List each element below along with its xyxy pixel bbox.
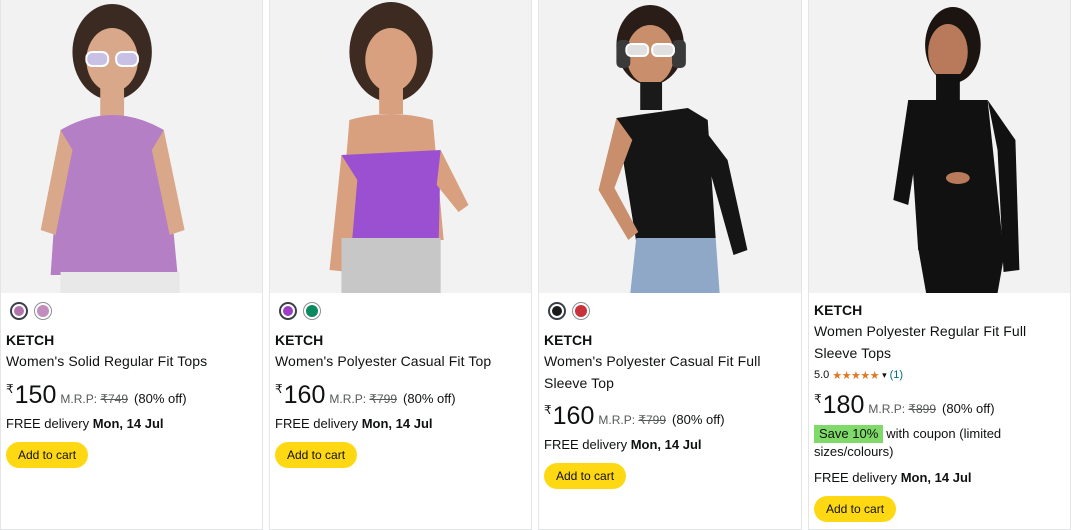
product-card: KETCH Women's Polyester Casual Fit Top ₹… (269, 0, 532, 530)
product-image[interactable] (270, 0, 531, 293)
color-swatch[interactable] (10, 302, 28, 320)
price-line: ₹ 150 M.R.P: ₹749 (80% off) (6, 381, 257, 411)
color-swatch[interactable] (572, 302, 590, 320)
mrp-value: ₹799 (369, 391, 398, 406)
delivery-info: FREE delivery Mon, 14 Jul (544, 437, 702, 452)
coupon-info: Save 10% with coupon (limited sizes/colou… (814, 425, 1065, 461)
mrp-value: ₹899 (908, 402, 937, 416)
coupon-badge: Save 10% (814, 425, 884, 443)
mrp-value: ₹749 (100, 391, 129, 406)
product-image[interactable] (1, 0, 262, 293)
add-to-cart-button[interactable]: Add to cart (544, 463, 627, 489)
product-title[interactable]: Women Polyester Regular Fit Full Sleeve T… (814, 321, 1065, 364)
rating-count[interactable]: (1) (890, 369, 903, 381)
product-title[interactable]: Women's Polyester Casual Fit Full Sleeve … (544, 351, 796, 394)
delivery-date: Mon, 14 Jul (361, 415, 433, 431)
mrp-label: M.R.P: ₹899 (868, 402, 937, 416)
discount: (80% off) (942, 401, 995, 416)
product-card: KETCH Women Polyester Regular Fit Full Sl… (808, 0, 1071, 530)
currency-symbol: ₹ (544, 403, 552, 417)
delivery-info: FREE delivery Mon, 14 Jul (6, 415, 164, 431)
product-card: KETCH Women's Solid Regular Fit Tops ₹ 1… (0, 0, 263, 530)
mrp-label: M.R.P: ₹799 (329, 391, 398, 406)
product-image[interactable] (809, 0, 1070, 293)
mrp-label: M.R.P: ₹749 (60, 391, 129, 406)
currency-symbol: ₹ (275, 381, 283, 396)
discount: (80% off) (134, 390, 187, 406)
price-line: ₹ 160 M.R.P: ₹799 (80% off) (275, 381, 526, 411)
color-swatches (275, 296, 526, 326)
delivery-date: Mon, 14 Jul (630, 437, 702, 452)
discount: (80% off) (403, 390, 456, 406)
rating-value: 5.0 (814, 369, 830, 381)
price-line: ₹ 180 M.R.P: ₹899 (80% off) (814, 391, 1065, 421)
color-swatches (544, 296, 796, 326)
color-swatch[interactable] (279, 302, 297, 320)
color-swatch[interactable] (303, 302, 321, 320)
add-to-cart-button[interactable]: Add to cart (275, 441, 358, 468)
brand-name: KETCH (6, 332, 55, 348)
product-card: KETCH Women's Polyester Casual Fit Full S… (538, 0, 802, 530)
price-line: ₹ 160 M.R.P: ₹799 (80% off) (544, 402, 796, 432)
add-to-cart-button[interactable]: Add to cart (814, 496, 897, 522)
price: 150 (14, 380, 57, 409)
mrp-value: ₹799 (638, 413, 667, 427)
color-swatch[interactable] (34, 302, 52, 320)
search-results-grid: KETCH Women's Solid Regular Fit Tops ₹ 1… (0, 0, 1071, 530)
delivery-date: Mon, 14 Jul (900, 470, 972, 485)
rating-row[interactable]: 5.0 ★★★★★ ▾ (1) (814, 368, 1065, 382)
mrp-label: M.R.P: ₹799 (598, 413, 667, 427)
chevron-down-icon[interactable]: ▾ (882, 370, 887, 381)
delivery-info: FREE delivery Mon, 14 Jul (275, 415, 433, 431)
add-to-cart-button[interactable]: Add to cart (6, 441, 89, 468)
currency-symbol: ₹ (814, 392, 822, 406)
price: 160 (283, 380, 326, 409)
delivery-info: FREE delivery Mon, 14 Jul (814, 470, 972, 485)
star-rating-icon: ★★★★★ (832, 369, 880, 382)
product-image[interactable] (539, 0, 801, 293)
product-title[interactable]: Women's Polyester Casual Fit Top (275, 351, 526, 373)
price: 160 (552, 402, 595, 430)
discount: (80% off) (672, 412, 725, 427)
brand-name: KETCH (544, 332, 593, 348)
brand-name: KETCH (275, 332, 324, 348)
brand-name: KETCH (814, 302, 863, 318)
price: 180 (822, 391, 865, 419)
delivery-date: Mon, 14 Jul (92, 415, 164, 431)
color-swatches (6, 296, 257, 326)
product-title[interactable]: Women's Solid Regular Fit Tops (6, 351, 257, 373)
color-swatch[interactable] (548, 302, 566, 320)
currency-symbol: ₹ (6, 381, 14, 396)
